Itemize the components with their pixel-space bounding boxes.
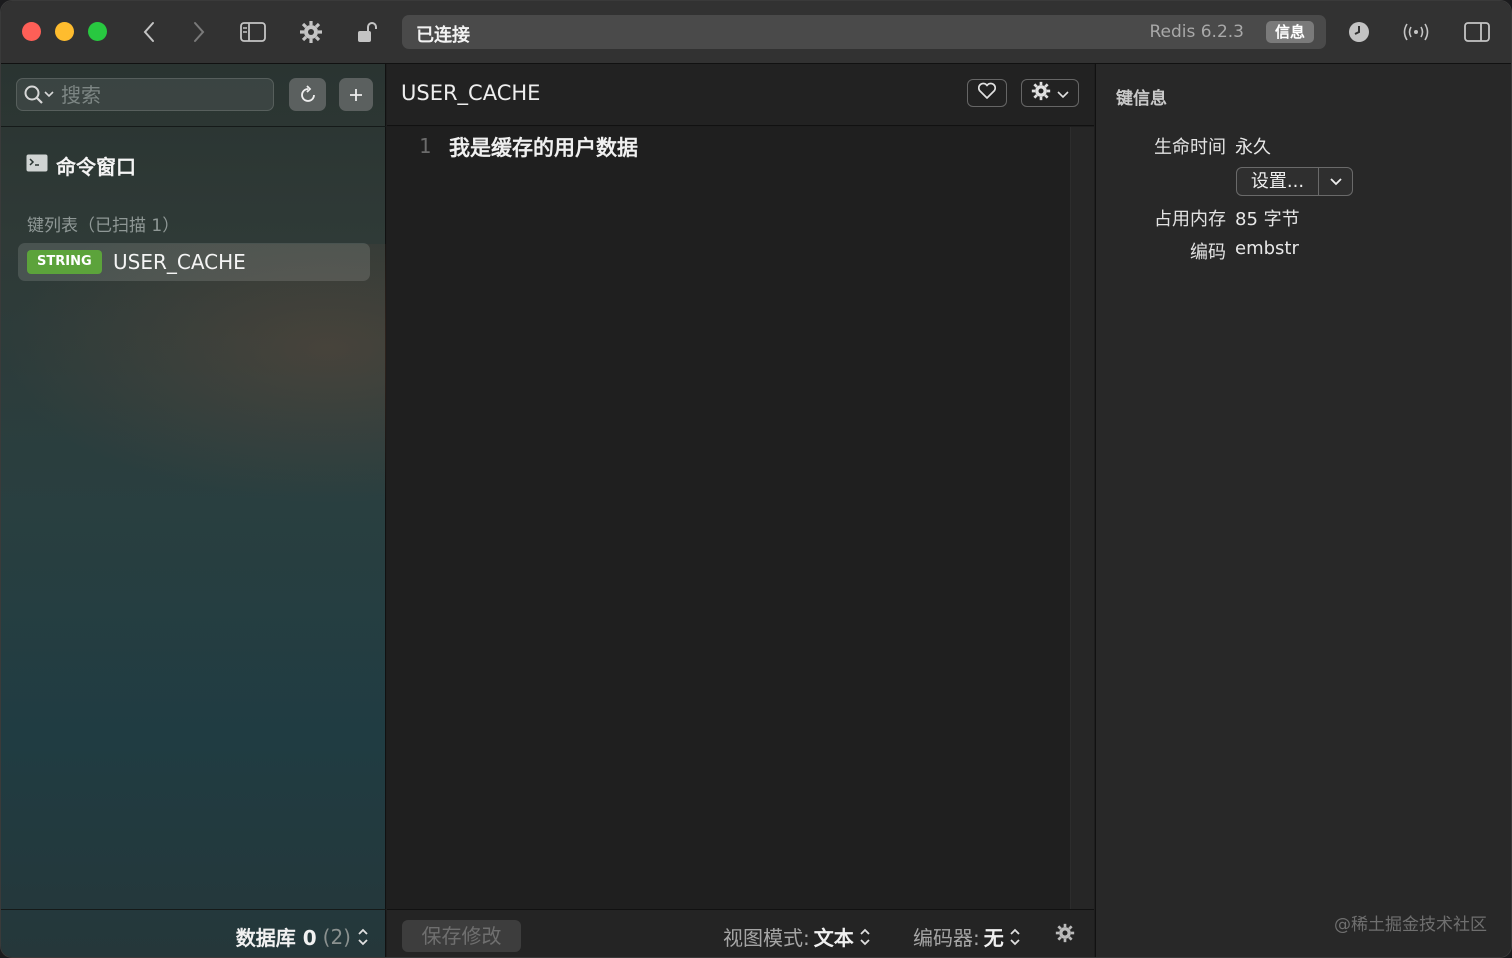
refresh-button[interactable]: [289, 78, 326, 111]
command-window-item[interactable]: 命令窗口: [26, 150, 136, 180]
sidebar: 命令窗口 键列表（已扫描 1） STRING USER_CACHE 数据库 0 …: [1, 64, 386, 957]
set-ttl-button[interactable]: 设置...: [1236, 167, 1353, 196]
gear-icon: [1031, 81, 1051, 105]
view-mode-value: 文本: [813, 926, 854, 950]
divider: [1, 126, 386, 127]
history-clock-icon[interactable]: [1344, 17, 1374, 47]
key-info-title: 键信息: [1116, 89, 1167, 109]
encoder-label: 编码器:: [913, 926, 980, 950]
heart-icon: [977, 82, 997, 104]
line-number: 1: [419, 134, 432, 158]
memory-label: 占用内存: [1154, 209, 1226, 230]
close-window-button[interactable]: [22, 22, 41, 41]
sidebar-toggle-icon[interactable]: [238, 17, 268, 47]
broadcast-icon[interactable]: [1401, 17, 1431, 47]
view-mode-selector[interactable]: 视图模式: 文本: [723, 922, 871, 951]
set-ttl-label[interactable]: 设置...: [1237, 168, 1319, 195]
connection-status-bar: 已连接 Redis 6.2.3 信息: [402, 15, 1326, 49]
terminal-icon: [26, 154, 48, 176]
chevron-down-icon[interactable]: [1319, 168, 1352, 195]
encoder-selector[interactable]: 编码器: 无: [913, 922, 1021, 951]
key-list-title: 键列表（已扫描 1）: [27, 216, 180, 236]
save-changes-button[interactable]: 保存修改: [402, 920, 521, 952]
key-actions-menu[interactable]: [1021, 79, 1079, 107]
gear-icon[interactable]: [1055, 923, 1075, 947]
encoder-value: 无: [983, 926, 1004, 950]
editor-scrollbar[interactable]: [1070, 127, 1094, 909]
info-button[interactable]: 信息: [1265, 21, 1314, 43]
up-down-chevron-icon: [1009, 927, 1021, 947]
favorite-button[interactable]: [967, 79, 1007, 107]
watermark: @稀土掘金技术社区: [1334, 915, 1487, 935]
ttl-label: 生命时间: [1154, 137, 1226, 158]
editor-header: USER_CACHE: [387, 64, 1094, 126]
text-editor[interactable]: 1 我是缓存的用户数据: [387, 127, 1070, 909]
database-count: (2): [322, 924, 351, 949]
encoding-label: 编码: [1190, 242, 1226, 263]
key-type-badge: STRING: [27, 250, 102, 274]
database-label: 数据库 0: [235, 926, 317, 950]
search-input[interactable]: [61, 82, 261, 108]
minimize-window-button[interactable]: [55, 22, 74, 41]
editor-key-title: USER_CACHE: [401, 81, 541, 105]
key-name: USER_CACHE: [113, 250, 246, 274]
forward-icon[interactable]: [184, 17, 214, 47]
value-editor-panel: USER_CACHE 1 我是缓存的用户数据 保存修改 视图模式: 文本 编码器…: [387, 64, 1094, 957]
view-mode-label: 视图模式:: [723, 926, 810, 950]
app-window: 已连接 Redis 6.2.3 信息 搜索 命令窗口 键列表（已扫描 1） ST…: [0, 0, 1512, 958]
connection-status: 已连接: [416, 25, 470, 46]
key-info-panel: 键信息 生命时间 永久 设置... 占用内存 85 字节 编码 embstr @…: [1095, 64, 1511, 957]
redis-version: Redis 6.2.3: [1149, 22, 1244, 42]
memory-value: 85 字节: [1235, 209, 1300, 230]
inspector-toggle-icon[interactable]: [1462, 17, 1492, 47]
search-box[interactable]: [16, 78, 274, 111]
ttl-value: 永久: [1235, 137, 1271, 158]
editor-footer: 保存修改 视图模式: 文本 编码器: 无: [387, 909, 1094, 957]
database-selector[interactable]: 数据库 0 (2): [236, 922, 369, 951]
line-text[interactable]: 我是缓存的用户数据: [449, 132, 638, 162]
zoom-window-button[interactable]: [88, 22, 107, 41]
divider: [1, 909, 386, 910]
key-list-item[interactable]: STRING USER_CACHE: [18, 243, 370, 281]
up-down-chevron-icon: [357, 927, 369, 947]
gear-icon[interactable]: [296, 17, 326, 47]
chevron-down-icon: [1057, 84, 1069, 103]
search-icon: [24, 85, 56, 109]
back-icon[interactable]: [134, 17, 164, 47]
unlock-icon[interactable]: [352, 17, 382, 47]
up-down-chevron-icon: [859, 927, 871, 947]
command-window-label: 命令窗口: [56, 154, 136, 179]
encoding-value: embstr: [1235, 238, 1299, 259]
add-key-button[interactable]: [339, 78, 373, 111]
title-bar: 已连接 Redis 6.2.3 信息: [1, 1, 1511, 64]
